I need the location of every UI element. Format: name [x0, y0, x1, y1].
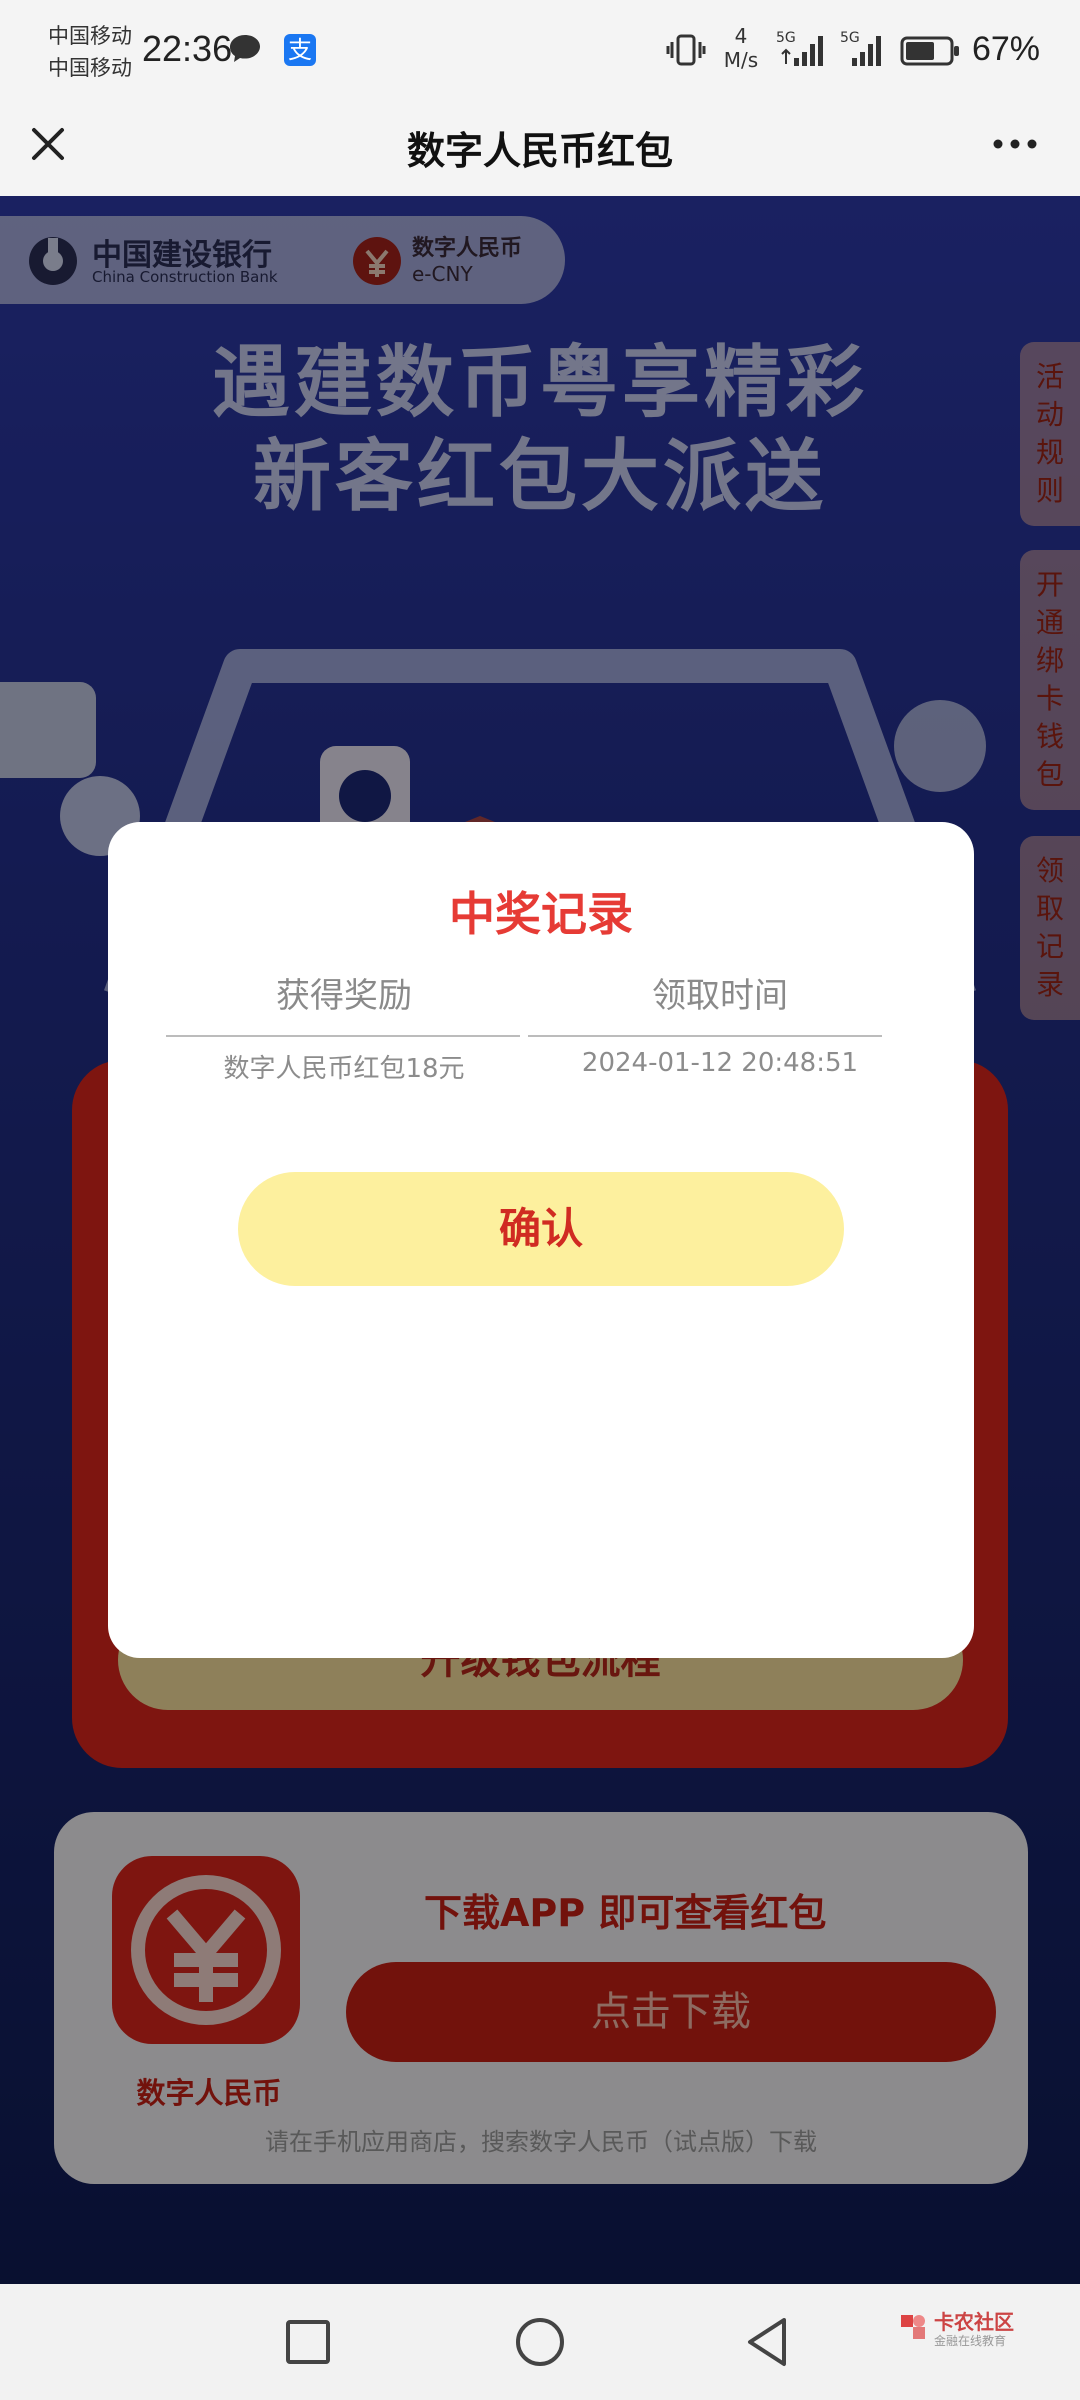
column-header-time: 领取时间	[652, 976, 788, 1016]
modal-title: 中奖记录	[449, 887, 633, 941]
signal-1-icon	[780, 30, 828, 72]
circle-icon[interactable]	[514, 2316, 566, 2372]
carrier-label-2: 中国移动	[48, 56, 132, 80]
status-bar: 中国移动 中国移动 22:36 支 4 M/s 5G 5G 67%	[0, 0, 1080, 100]
watermark-logo-icon	[898, 2312, 928, 2346]
watermark-subtext: 金融在线教育	[934, 2334, 1007, 2348]
clock: 22:36	[142, 28, 233, 69]
message-icon	[228, 32, 262, 68]
reward-cell: 数字人民币红包18元	[223, 1054, 465, 1084]
square-icon[interactable]	[284, 2318, 332, 2370]
confirm-button[interactable]: 确认	[238, 1172, 844, 1286]
column-header-reward: 获得奖励	[276, 976, 412, 1016]
page-title: 数字人民币红包	[406, 129, 673, 173]
battery-percent: 67%	[971, 30, 1040, 68]
watermark-text: 卡农社区	[934, 2310, 1014, 2334]
battery-icon	[900, 36, 960, 70]
triangle-back-icon[interactable]	[744, 2316, 792, 2372]
net-speed: 4 M/s	[723, 24, 759, 72]
header-divider-left	[166, 1035, 520, 1037]
carrier-label-1: 中国移动	[48, 24, 132, 48]
award-record-modal: 中奖记录 获得奖励 领取时间 数字人民币红包18元 2024-01-12 20:…	[108, 822, 974, 1658]
header-divider-right	[528, 1035, 882, 1037]
signal-2-icon	[846, 30, 886, 72]
title-bar: 数字人民币红包	[0, 100, 1080, 196]
system-nav-bar: 卡农社区 金融在线教育	[0, 2284, 1080, 2400]
more-icon[interactable]	[990, 134, 1040, 154]
vibrate-icon	[666, 30, 706, 74]
alipay-icon: 支	[284, 34, 316, 66]
time-cell: 2024-01-12 20:48:51	[581, 1048, 859, 1078]
